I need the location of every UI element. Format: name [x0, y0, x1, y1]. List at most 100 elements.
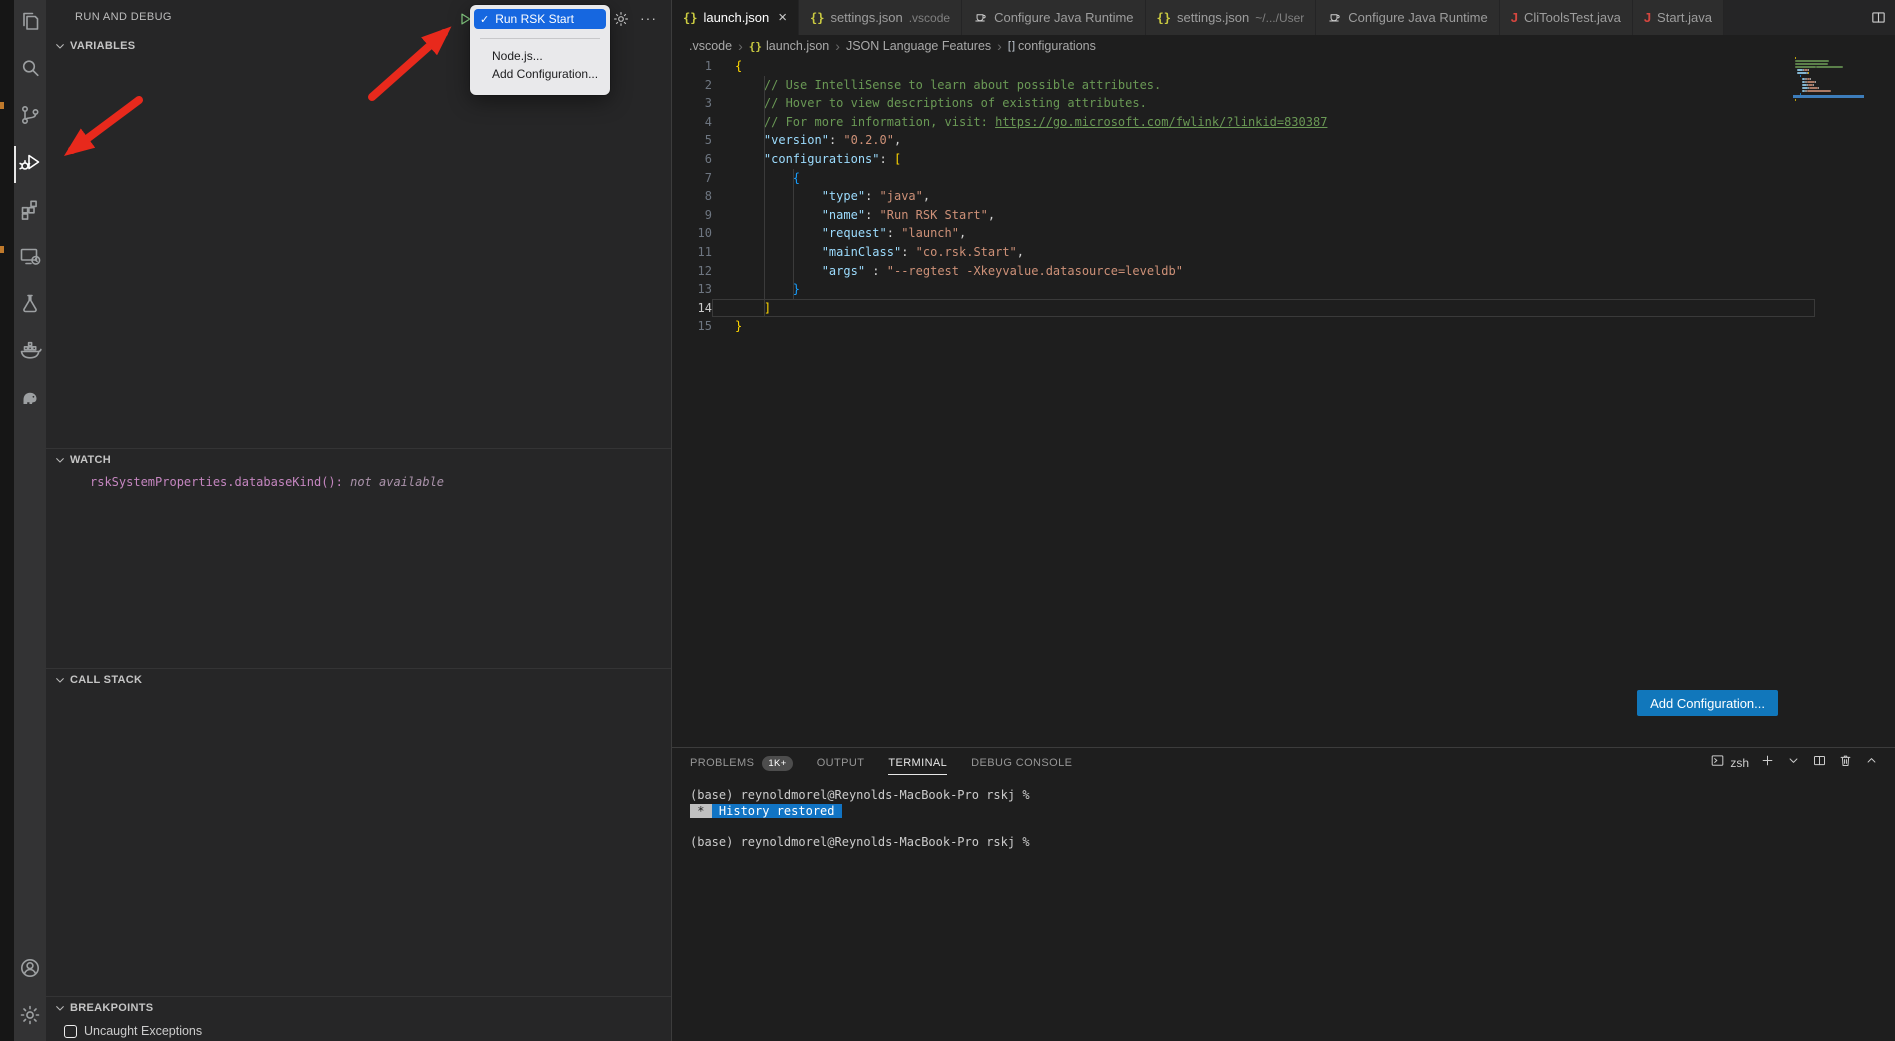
- tab-configure-java-runtime[interactable]: Configure Java Runtime: [962, 0, 1145, 35]
- code-line-11[interactable]: 11 "mainClass": "co.rsk.Start",: [672, 243, 1895, 262]
- tab-clitoolstest-java[interactable]: JCliToolsTest.java: [1500, 0, 1633, 35]
- code-line-13[interactable]: 13 }: [672, 280, 1895, 299]
- code-line-6[interactable]: 6 "configurations": [: [672, 150, 1895, 169]
- dropdown-item-selected[interactable]: ✓ Run RSK Start: [474, 9, 606, 29]
- panel-tab-debug-console[interactable]: DEBUG CONSOLE: [971, 748, 1072, 778]
- line-number: 9: [672, 206, 712, 225]
- activity-item-search[interactable]: [14, 47, 46, 94]
- account-icon: [18, 956, 42, 985]
- editor-group: {}launch.json×{}settings.json.vscodeConf…: [672, 0, 1895, 1041]
- section-title: BREAKPOINTS: [70, 1002, 153, 1014]
- shell-label: zsh: [1730, 756, 1749, 770]
- code-line-15[interactable]: 15}: [672, 317, 1895, 336]
- code-line-12[interactable]: 12 "args" : "--regtest -Xkeyvalue.dataso…: [672, 262, 1895, 281]
- line-number: 6: [672, 150, 712, 169]
- dropdown-item-add-configuration[interactable]: Add Configuration...: [474, 65, 606, 83]
- section-title: WATCH: [70, 454, 111, 466]
- panel-tab-problems[interactable]: PROBLEMS1K+: [690, 748, 793, 778]
- code-line-7[interactable]: 7 {: [672, 169, 1895, 188]
- split-editor-icon[interactable]: [1861, 0, 1895, 35]
- problems-badge: 1K+: [762, 756, 792, 771]
- maximize-panel-button[interactable]: [1864, 753, 1879, 773]
- tab-label: CliToolsTest.java: [1524, 10, 1621, 25]
- add-configuration-button[interactable]: Add Configuration...: [1637, 690, 1778, 716]
- code-line-10[interactable]: 10 "request": "launch",: [672, 224, 1895, 243]
- breadcrumb-item--vscode[interactable]: .vscode: [689, 39, 732, 53]
- breakpoint-row-uncaught-exceptions[interactable]: Uncaught Exceptions: [46, 1019, 671, 1038]
- breadcrumb: .vscode›{}launch.json›JSON Language Feat…: [672, 35, 1895, 57]
- activity-item-docker[interactable]: [14, 329, 46, 376]
- tab-settings-json[interactable]: {}settings.json~/.../User: [1146, 0, 1317, 35]
- section-header-watch[interactable]: WATCH: [46, 449, 671, 471]
- panel-tab-output[interactable]: OUTPUT: [817, 748, 865, 778]
- editor[interactable]: 1{2 // Use IntelliSense to learn about p…: [672, 57, 1895, 747]
- launch-profile-button[interactable]: [1786, 753, 1801, 773]
- tab-label: settings.json: [1177, 10, 1249, 25]
- tab-start-java[interactable]: JStart.java: [1633, 0, 1724, 35]
- section-header-breakpoints[interactable]: BREAKPOINTS: [46, 997, 671, 1019]
- checkbox-unchecked[interactable]: [64, 1025, 77, 1038]
- activity-item-testing[interactable]: [14, 282, 46, 329]
- code-line-1[interactable]: 1{: [672, 57, 1895, 76]
- terminal[interactable]: (base) reynoldmorel@Reynolds-MacBook-Pro…: [672, 778, 1895, 850]
- section-header-call-stack[interactable]: CALL STACK: [46, 669, 671, 691]
- breadcrumb-item-launch-json[interactable]: {}launch.json: [749, 39, 830, 53]
- line-number: 1: [672, 57, 712, 76]
- line-number: 5: [672, 131, 712, 150]
- watch-expression-row[interactable]: rskSystemProperties.databaseKind(): not …: [46, 471, 671, 489]
- chevron-down-icon: [1786, 753, 1801, 773]
- strip-mark: [0, 102, 4, 109]
- activity-item-manage[interactable]: [14, 994, 46, 1041]
- tab-label: launch.json: [703, 10, 769, 25]
- breadcrumb-item-json-language-features[interactable]: JSON Language Features: [846, 39, 991, 53]
- section-watch: WATCH rskSystemProperties.databaseKind()…: [46, 448, 671, 668]
- line-number: 2: [672, 76, 712, 95]
- terminal-shell[interactable]: zsh: [1710, 753, 1749, 773]
- gear-icon[interactable]: [612, 10, 630, 28]
- code-line-8[interactable]: 8 "type": "java",: [672, 187, 1895, 206]
- chevron-right-icon: ›: [835, 38, 840, 54]
- code-line-14[interactable]: 14 ]: [672, 299, 1895, 318]
- tab-configure-java-runtime[interactable]: Configure Java Runtime: [1316, 0, 1499, 35]
- minimap-current-line: [1793, 95, 1864, 98]
- chevron-up-icon: [1864, 753, 1879, 773]
- strip-mark: [0, 246, 4, 253]
- watch-expression: rskSystemProperties.databaseKind():: [90, 475, 343, 489]
- tab-settings-json[interactable]: {}settings.json.vscode: [799, 0, 962, 35]
- split-terminal-button[interactable]: [1812, 753, 1827, 773]
- minimap[interactable]: [1795, 57, 1862, 102]
- java-runtime-cup-icon: [1327, 10, 1342, 26]
- vscode-window: RUN AND DEBUG ··· VARIABLES WATCH rskSys…: [0, 0, 1895, 1041]
- sidebar-run-and-debug: RUN AND DEBUG ··· VARIABLES WATCH rskSys…: [46, 0, 672, 1041]
- more-actions-icon[interactable]: ···: [640, 10, 658, 28]
- tab-bar: {}launch.json×{}settings.json.vscodeConf…: [672, 0, 1895, 35]
- line-number: 8: [672, 187, 712, 206]
- activity-item-source-control[interactable]: [14, 94, 46, 141]
- code-line-5[interactable]: 5 "version": "0.2.0",: [672, 131, 1895, 150]
- activity-item-accounts[interactable]: [14, 947, 46, 994]
- code-line-2[interactable]: 2 // Use IntelliSense to learn about pos…: [672, 76, 1895, 95]
- activity-item-explorer[interactable]: [14, 0, 46, 47]
- new-terminal-button[interactable]: [1760, 753, 1775, 773]
- code-line-3[interactable]: 3 // Hover to view descriptions of exist…: [672, 94, 1895, 113]
- line-number: 10: [672, 224, 712, 243]
- left-strip: [0, 0, 14, 1041]
- dropdown-item-nodejs[interactable]: Node.js...: [474, 47, 606, 65]
- check-icon: ✓: [480, 13, 489, 26]
- breadcrumb-item-configurations[interactable]: [ ]configurations: [1008, 39, 1096, 53]
- activity-item-gradle[interactable]: [14, 376, 46, 423]
- terminal-box-icon: [1710, 753, 1725, 773]
- kill-terminal-button[interactable]: [1838, 753, 1853, 773]
- breakpoint-label: Uncaught Exceptions: [84, 1024, 202, 1038]
- activity-item-extensions[interactable]: [14, 188, 46, 235]
- json-braces-icon: {}: [810, 11, 824, 25]
- close-icon[interactable]: ×: [778, 9, 787, 26]
- code-line-4[interactable]: 4 // For more information, visit: https:…: [672, 113, 1895, 132]
- code-line-9[interactable]: 9 "name": "Run RSK Start",: [672, 206, 1895, 225]
- docker-whale-icon: [18, 338, 42, 367]
- panel-tab-terminal[interactable]: TERMINAL: [888, 748, 947, 778]
- activity-item-remote-explorer[interactable]: [14, 235, 46, 282]
- activity-item-run-and-debug[interactable]: [14, 141, 46, 188]
- beaker-icon: [18, 291, 42, 320]
- tab-launch-json[interactable]: {}launch.json×: [672, 0, 799, 35]
